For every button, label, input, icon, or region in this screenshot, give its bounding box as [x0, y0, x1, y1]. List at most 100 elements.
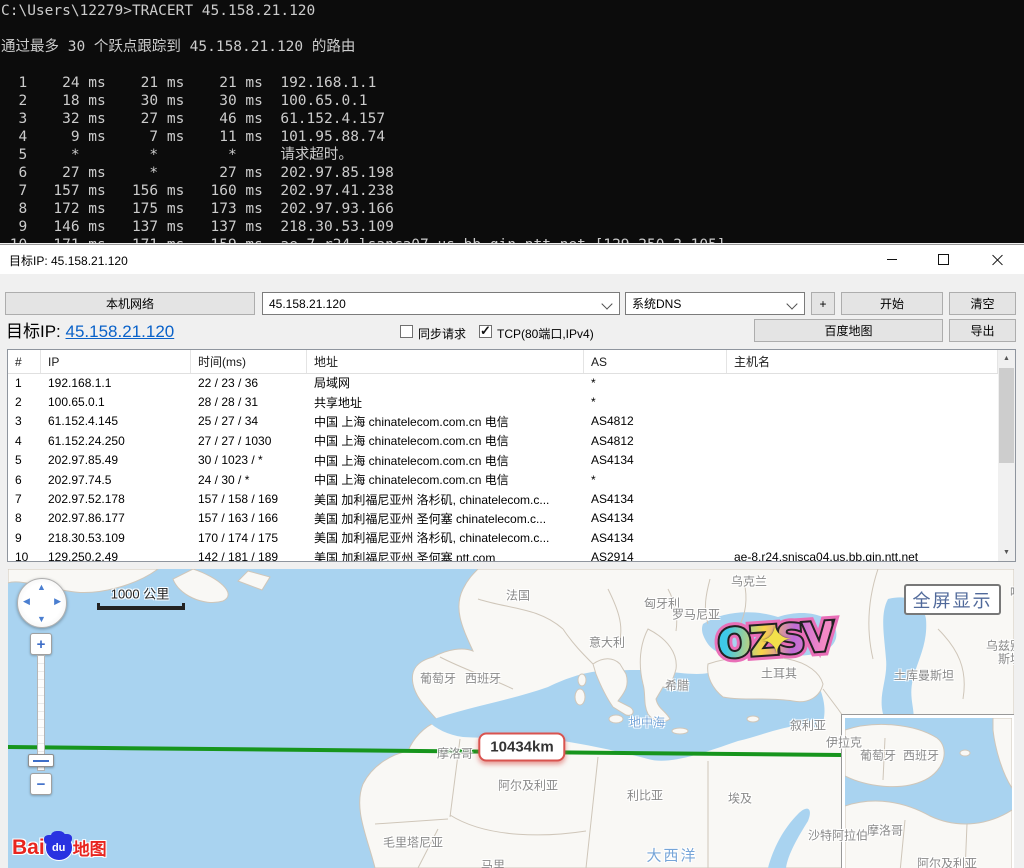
- hops-table: #IP时间(ms)地址AS主机名 1192.168.1.122 / 23 / 3…: [7, 349, 1016, 562]
- tracer-app-window: 目标IP: 45.158.21.120 本机网络 45.158.21.120 系…: [0, 244, 1024, 868]
- maximize-button[interactable]: [921, 245, 966, 274]
- pan-up-icon[interactable]: ▲: [37, 582, 46, 592]
- table-cell: AS4812: [584, 431, 727, 450]
- column-header[interactable]: 时间(ms): [191, 350, 307, 373]
- scroll-up-icon[interactable]: ▲: [998, 350, 1015, 367]
- table-cell: 7: [8, 489, 41, 508]
- pan-right-icon[interactable]: ▶: [54, 596, 61, 607]
- map-label: 土库曼斯坦: [894, 670, 954, 683]
- scale-text: 1000 公里: [111, 584, 170, 603]
- sync-request-label: 同步请求: [418, 325, 466, 342]
- map-label: 哈萨克斯坦: [1010, 587, 1014, 600]
- table-cell: 218.30.53.109: [41, 528, 191, 547]
- window-title: 目标IP: 45.158.21.120: [9, 252, 128, 269]
- overview-inset-map[interactable]: 葡萄牙西班牙摩洛哥阿尔及利亚: [841, 714, 1014, 868]
- table-cell: 24 / 30 / *: [191, 470, 307, 489]
- table-cell: 30 / 1023 / *: [191, 451, 307, 470]
- close-icon: [992, 254, 1003, 265]
- scale-bar: [97, 603, 185, 610]
- table-cell: 10: [8, 548, 41, 561]
- baidu-map-button[interactable]: 百度地图: [754, 319, 943, 342]
- table-cell: 129.250.2.49: [41, 548, 191, 561]
- zoom-out-button[interactable]: −: [30, 773, 52, 795]
- table-row[interactable]: 7202.97.52.178157 / 158 / 169美国 加利福尼亚州 洛…: [8, 489, 998, 508]
- table-row[interactable]: 6202.97.74.524 / 30 / *中国 上海 chinateleco…: [8, 470, 998, 489]
- table-row[interactable]: 1192.168.1.122 / 23 / 36局域网*: [8, 373, 998, 392]
- minimize-button[interactable]: [869, 245, 914, 274]
- clear-button[interactable]: 清空: [949, 292, 1016, 315]
- table-row[interactable]: 10129.250.2.49142 / 181 / 189美国 加利福尼亚州 圣…: [8, 548, 998, 561]
- table-cell: AS2914: [584, 548, 727, 561]
- terminal-window: C:\Users\12279>TRACERT 45.158.21.120 通过最…: [0, 0, 1024, 243]
- column-header[interactable]: #: [8, 350, 41, 373]
- table-cell: 美国 加利福尼亚州 洛杉矶, chinatelecom.c...: [307, 489, 584, 508]
- table-cell: [727, 470, 998, 489]
- tcp-checkbox[interactable]: [479, 325, 492, 338]
- map-label: 利比亚: [627, 790, 663, 803]
- table-row[interactable]: 361.152.4.14525 / 27 / 34中国 上海 chinatele…: [8, 412, 998, 431]
- column-header[interactable]: IP: [41, 350, 191, 373]
- table-cell: 中国 上海 chinatelecom.com.cn 电信: [307, 451, 584, 470]
- table-row[interactable]: 5202.97.85.4930 / 1023 / *中国 上海 chinatel…: [8, 451, 998, 470]
- map-label: 土耳其: [761, 668, 797, 681]
- table-row[interactable]: 9218.30.53.109170 / 174 / 175美国 加利福尼亚州 洛…: [8, 528, 998, 547]
- map-label: 地中海: [629, 717, 665, 730]
- table-cell: *: [584, 470, 727, 489]
- target-ip-combobox[interactable]: 45.158.21.120: [262, 292, 620, 315]
- start-button[interactable]: 开始: [841, 292, 943, 315]
- map-label: 意大利: [589, 637, 625, 650]
- chevron-down-icon[interactable]: [601, 298, 612, 309]
- baidu-du-text: du: [52, 842, 65, 854]
- chevron-down-icon[interactable]: [786, 298, 797, 309]
- baidu-logo: Bai du 地图: [12, 835, 107, 860]
- table-cell: [727, 373, 998, 392]
- table-cell: AS4134: [584, 509, 727, 528]
- target-ip-link[interactable]: 45.158.21.120: [66, 322, 175, 341]
- export-button[interactable]: 导出: [949, 319, 1016, 342]
- add-button[interactable]: +: [811, 292, 835, 315]
- dns-value: 系统DNS: [632, 295, 681, 312]
- zoom-in-button[interactable]: +: [30, 633, 52, 655]
- table-header: #IP时间(ms)地址AS主机名: [8, 350, 998, 374]
- table-cell: [727, 392, 998, 411]
- tcp-label: TCP(80端口,IPv4): [497, 325, 594, 342]
- sync-request-checkbox[interactable]: [400, 325, 413, 338]
- table-cell: 中国 上海 chinatelecom.com.cn 电信: [307, 470, 584, 489]
- vertical-scrollbar[interactable]: ▲ ▼: [998, 350, 1015, 561]
- column-header[interactable]: AS: [584, 350, 727, 373]
- table-cell: AS4812: [584, 412, 727, 431]
- pan-control[interactable]: ▲ ▼ ◀ ▶: [17, 578, 67, 628]
- fullscreen-button[interactable]: 全屏显示: [904, 584, 1001, 615]
- table-cell: 28 / 28 / 31: [191, 392, 307, 411]
- scrollbar-thumb[interactable]: [999, 368, 1014, 463]
- table-cell: ae-8.r24.snjsca04.us.bb.gin.ntt.net: [727, 548, 998, 561]
- pan-down-icon[interactable]: ▼: [37, 614, 46, 624]
- inset-content: 葡萄牙西班牙摩洛哥阿尔及利亚: [845, 718, 1012, 868]
- table-cell: [727, 528, 998, 547]
- pan-left-icon[interactable]: ◀: [23, 596, 30, 607]
- table-cell: 202.97.74.5: [41, 470, 191, 489]
- close-button[interactable]: [975, 245, 1020, 274]
- zoom-slider-handle[interactable]: [28, 754, 54, 767]
- map-label: 葡萄牙: [420, 673, 456, 686]
- map[interactable]: 10434km OZSV OZSV OZSV ✦ ▲ ▼ ◀ ▶ + − 100…: [8, 569, 1014, 868]
- map-label: 乌兹别克 斯坦: [986, 640, 1014, 666]
- map-label: 沙特阿拉伯: [808, 830, 868, 843]
- local-network-button[interactable]: 本机网络: [5, 292, 255, 315]
- map-label: 葡萄牙: [860, 750, 896, 763]
- dns-combobox[interactable]: 系统DNS: [625, 292, 805, 315]
- table-cell: 2: [8, 392, 41, 411]
- table-row[interactable]: 8202.97.86.177157 / 163 / 166美国 加利福尼亚州 圣…: [8, 509, 998, 528]
- map-label: 大西洋: [646, 850, 697, 863]
- target-ip-value: 45.158.21.120: [269, 297, 346, 311]
- table-row[interactable]: 2100.65.0.128 / 28 / 31共享地址*: [8, 392, 998, 411]
- column-header[interactable]: 地址: [307, 350, 584, 373]
- scroll-down-icon[interactable]: ▼: [998, 544, 1015, 561]
- map-label: 乌克兰: [731, 576, 767, 589]
- table-cell: 中国 上海 chinatelecom.com.cn 电信: [307, 431, 584, 450]
- table-cell: AS4134: [584, 451, 727, 470]
- column-header[interactable]: 主机名: [727, 350, 998, 373]
- table-cell: 142 / 181 / 189: [191, 548, 307, 561]
- table-row[interactable]: 461.152.24.25027 / 27 / 1030中国 上海 chinat…: [8, 431, 998, 450]
- table-cell: 27 / 27 / 1030: [191, 431, 307, 450]
